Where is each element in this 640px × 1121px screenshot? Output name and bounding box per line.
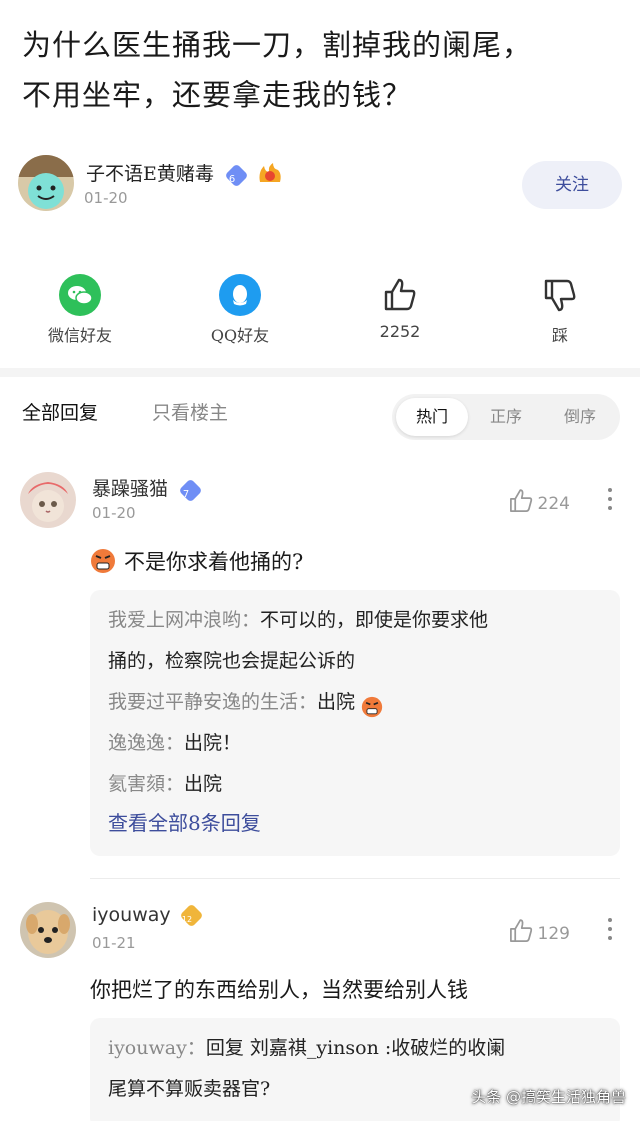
share-row: 微信好友 QQ好友 2252 踩: [0, 270, 640, 350]
qq-icon: [219, 274, 261, 316]
level-badge: 7: [178, 477, 203, 503]
share-qq-label: QQ好友: [210, 326, 270, 345]
reply-box[interactable]: 我爱上网冲浪哟：不可以的，即使是你要求他 捅的，检察院也会提起公诉的 我要过平静…: [90, 590, 620, 856]
section-divider: [0, 368, 640, 377]
post-title-line-1: 为什么医生捅我一刀，割掉我的阑尾，: [22, 28, 533, 62]
commenter-avatar[interactable]: [20, 472, 76, 528]
angry-face-icon: [361, 692, 383, 718]
post-title-line-2: 不用坐牢，还要拿走我的钱？: [22, 78, 413, 112]
reply-tabs: 全部回复 只看楼主 热门 正序 倒序: [0, 390, 640, 442]
comment-like-button[interactable]: 224: [508, 488, 570, 519]
thumb-up-icon: [508, 488, 534, 519]
tab-all-replies[interactable]: 全部回复: [22, 398, 98, 425]
comment-text-row: 不是你求着他捅的?: [90, 546, 303, 576]
comment-like-button[interactable]: 129: [508, 918, 570, 949]
share-wechat-button[interactable]: 微信好友: [20, 270, 140, 346]
commenter-name-row: 暴躁骚猫 7: [92, 474, 203, 503]
sort-hot-button[interactable]: 热门: [396, 398, 468, 436]
commenter-name[interactable]: iyouway: [92, 904, 171, 926]
commenter-name[interactable]: 暴躁骚猫: [92, 478, 168, 500]
comment-date: 01-20: [92, 504, 136, 522]
thumb-down-icon: [539, 274, 581, 316]
watermark: 头条 @搞笑生活独角兽: [471, 1088, 626, 1106]
reply-line: 我要过平静安逸的生活：出院: [108, 682, 602, 723]
author-name-row: 子不语E黄赌毒 6: [86, 159, 283, 189]
wechat-icon: [59, 274, 101, 316]
reply-line: 逸逸逸：出院！: [108, 732, 242, 754]
comment-date: 01-21: [92, 934, 136, 952]
share-wechat-label: 微信好友: [47, 326, 112, 345]
comment-like-count: 224: [537, 493, 570, 514]
level-badge: 6: [224, 162, 249, 188]
thumb-up-icon: [379, 274, 421, 316]
thumb-up-icon: [508, 918, 534, 949]
dislike-post-button[interactable]: 踩: [500, 270, 620, 346]
share-qq-button[interactable]: QQ好友: [180, 270, 300, 346]
fire-badge-icon: [257, 162, 283, 189]
reply-line: 我爱上网冲浪哟：不可以的，即使是你要求他: [108, 609, 489, 631]
reply-line: 氦害頦：出院: [108, 773, 223, 795]
comment-text: 不是你求着他捅的?: [124, 550, 304, 574]
author-date: 01-20: [84, 189, 128, 207]
sort-desc-button[interactable]: 倒序: [544, 398, 616, 436]
more-options-icon[interactable]: [608, 488, 614, 515]
sort-toggle: 热门 正序 倒序: [392, 394, 620, 440]
reply-line: 捅的，检察院也会提起公诉的: [108, 650, 356, 672]
follow-button[interactable]: 关注: [522, 161, 622, 209]
like-count: 2252: [379, 322, 421, 341]
angry-face-icon: [90, 548, 116, 574]
comment-divider: [90, 878, 620, 879]
view-all-replies-link[interactable]: 查看全部8条回复: [108, 805, 602, 841]
tab-owner-only[interactable]: 只看楼主: [152, 398, 228, 425]
more-options-icon[interactable]: [608, 918, 614, 945]
comment-text: 你把烂了的东西给别人，当然要给别人钱: [90, 978, 468, 1002]
dislike-label: 踩: [551, 326, 568, 345]
post-title: 为什么医生捅我一刀，割掉我的阑尾， 不用坐牢，还要拿走我的钱？: [22, 20, 622, 120]
commenter-name-row: iyouway 12: [92, 903, 204, 928]
comment-text-row: 你把烂了的东西给别人，当然要给别人钱: [90, 974, 468, 1004]
commenter-avatar[interactable]: [20, 902, 76, 958]
author-row: 子不语E黄赌毒 6 01-20 关注: [18, 155, 622, 215]
author-avatar[interactable]: [18, 155, 74, 211]
like-post-button[interactable]: 2252: [340, 270, 460, 341]
reply-line: iyouway：回复 刘嘉祺_yinson :收破烂的收阑: [108, 1037, 506, 1059]
level-badge: 12: [179, 903, 204, 928]
sort-asc-button[interactable]: 正序: [470, 398, 542, 436]
author-name[interactable]: 子不语E黄赌毒: [86, 163, 214, 185]
comment-like-count: 129: [537, 923, 570, 944]
